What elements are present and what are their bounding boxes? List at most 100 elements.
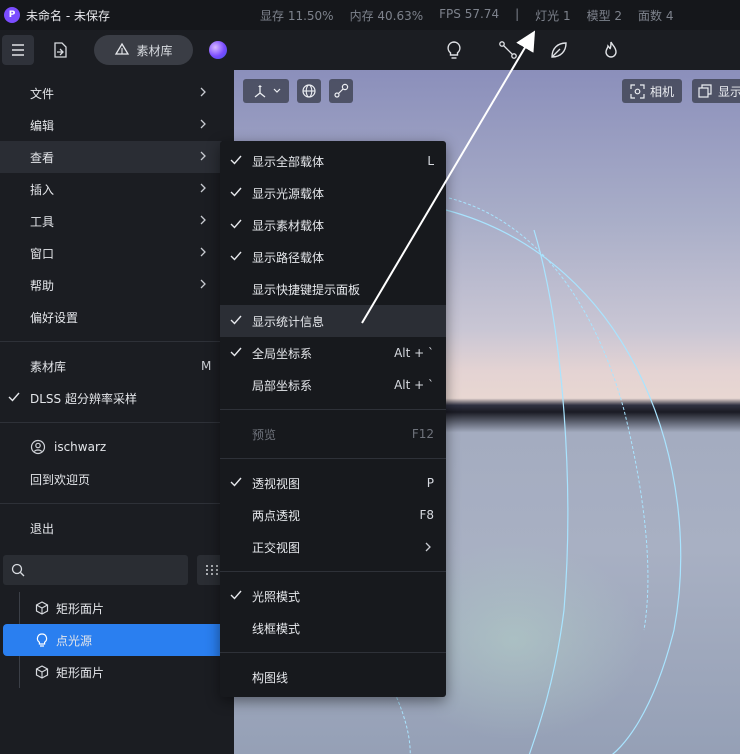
menu-item-dlss[interactable]: DLSS 超分辨率采样	[0, 382, 222, 414]
submenu-item-global-coordinates[interactable]: 全局坐标系 Alt + `	[220, 337, 446, 369]
display-button[interactable]: 显示	[692, 79, 740, 103]
hamburger-menu-button[interactable]	[2, 35, 34, 65]
menu-item-label: 回到欢迎页	[30, 472, 91, 487]
submenu-item-label: 两点透视	[252, 508, 301, 523]
submenu-item-local-coordinates[interactable]: 局部坐标系 Alt + `	[220, 369, 446, 401]
submenu-item-show-all-carriers[interactable]: 显示全部载体 L	[220, 145, 446, 177]
vram-stat: 显存 11.50%	[260, 9, 334, 23]
menu-item-help[interactable]: 帮助	[0, 269, 222, 301]
submenu-divider	[220, 458, 446, 459]
check-icon	[230, 219, 242, 229]
menu-divider	[0, 341, 222, 342]
world-space-button[interactable]	[297, 79, 321, 103]
menu-item-label: DLSS 超分辨率采样	[30, 391, 137, 406]
lightbulb-icon	[36, 633, 48, 647]
menu-item-label: 窗口	[30, 246, 55, 261]
submenu-item-show-shortcut-panel[interactable]: 显示快捷键提示面板	[220, 273, 446, 305]
submenu-item-orthographic-view[interactable]: 正交视图	[220, 531, 446, 563]
menu-item-label: 编辑	[30, 118, 55, 133]
menu-divider	[0, 422, 222, 423]
check-icon	[230, 347, 242, 357]
scene-search-input[interactable]	[3, 555, 188, 585]
check-icon	[230, 590, 242, 600]
menu-item-library[interactable]: 素材库 M	[0, 350, 222, 382]
menu-item-file[interactable]: 文件	[0, 77, 222, 109]
app-logo: P	[4, 7, 20, 23]
menu-item-view[interactable]: 查看	[0, 141, 222, 173]
menu-item-preferences[interactable]: 偏好设置	[0, 301, 222, 333]
scene-tree-item[interactable]: 矩形面片	[3, 656, 220, 688]
scene-tree-item[interactable]: 矩形面片	[3, 592, 220, 624]
chevron-right-icon	[200, 247, 206, 257]
display-layers-icon	[698, 83, 712, 98]
submenu-item-show-light-carriers[interactable]: 显示光源载体	[220, 177, 446, 209]
leaf-icon	[551, 42, 567, 58]
submenu-item-label: 显示光源载体	[252, 186, 325, 201]
shortcut-label: M	[201, 359, 212, 373]
light-count-stat: 灯光 1	[535, 9, 571, 23]
display-label: 显示	[718, 84, 740, 99]
hamburger-icon	[12, 44, 24, 56]
check-icon	[230, 187, 242, 197]
cube-icon	[35, 601, 49, 615]
menu-item-label: 偏好设置	[30, 310, 79, 325]
path-tool-button[interactable]	[495, 37, 521, 63]
grid-dots-icon	[206, 565, 218, 575]
menu-item-label: 查看	[30, 150, 55, 165]
render-orb-button[interactable]	[209, 41, 227, 59]
submenu-item-label: 显示路径载体	[252, 250, 325, 265]
menu-item-edit[interactable]: 编辑	[0, 109, 222, 141]
menu-item-insert[interactable]: 插入	[0, 173, 222, 205]
menu-item-tools[interactable]: 工具	[0, 205, 222, 237]
submenu-item-show-statistics[interactable]: 显示统计信息	[220, 305, 446, 337]
plant-tool-button[interactable]	[546, 37, 572, 63]
submenu-item-wireframe-mode[interactable]: 线框模式	[220, 612, 446, 644]
menu-item-label: 插入	[30, 182, 55, 197]
menu-item-label: 素材库	[30, 359, 67, 374]
main-menu: 文件 编辑 查看 插入 工具 窗口 帮助 偏好设置 素材库 M DLSS 超分辨…	[0, 70, 234, 545]
tree-item-label: 点光源	[56, 633, 93, 648]
submenu-item-show-asset-carriers[interactable]: 显示素材载体	[220, 209, 446, 241]
menu-item-label: ischwarz	[54, 440, 107, 454]
submenu-item-label: 线框模式	[252, 621, 301, 636]
menu-item-quit[interactable]: 退出	[0, 512, 222, 544]
shortcut-label: Alt + `	[394, 346, 434, 360]
submenu-divider	[220, 652, 446, 653]
face-count-stat: 面数 4	[638, 9, 674, 23]
submenu-item-perspective-view[interactable]: 透视视图 P	[220, 467, 446, 499]
submenu-item-composition-lines[interactable]: 构图线	[220, 661, 446, 693]
scene-tree-item-selected[interactable]: 点光源	[3, 624, 220, 656]
submenu-item-label: 全局坐标系	[252, 346, 313, 361]
effects-tool-button[interactable]	[598, 37, 624, 63]
transform-mode-dropdown[interactable]	[243, 79, 289, 103]
shortcut-label: Alt + `	[394, 378, 434, 392]
submenu-divider	[220, 571, 446, 572]
material-library-button[interactable]: 素材库	[94, 35, 193, 65]
search-icon	[11, 563, 25, 577]
cube-icon	[35, 665, 49, 679]
chevron-right-icon	[200, 215, 206, 225]
menu-item-window[interactable]: 窗口	[0, 237, 222, 269]
menu-item-label: 帮助	[30, 278, 55, 293]
menu-item-label: 工具	[30, 214, 55, 229]
ram-stat: 内存 40.63%	[349, 9, 424, 23]
path-node-icon	[499, 41, 517, 59]
submenu-item-two-point-perspective[interactable]: 两点透视 F8	[220, 499, 446, 531]
camera-label: 相机	[649, 84, 674, 99]
check-icon	[230, 477, 242, 487]
camera-button[interactable]: 相机	[622, 79, 682, 103]
tree-item-label: 矩形面片	[56, 601, 105, 616]
performance-stats: 显存 11.50% 内存 40.63% FPS 57.74 | 灯光 1 模型 …	[260, 7, 674, 24]
chevron-right-icon	[200, 183, 206, 193]
menu-item-user[interactable]: ischwarz	[0, 431, 222, 463]
snap-button[interactable]	[329, 79, 353, 103]
submenu-item-lighting-mode[interactable]: 光照模式	[220, 580, 446, 612]
user-avatar-icon	[30, 439, 46, 455]
submenu-item-show-path-carriers[interactable]: 显示路径载体	[220, 241, 446, 273]
light-tool-button[interactable]	[441, 37, 467, 63]
submenu-item-label: 构图线	[252, 670, 289, 685]
submenu-item-label: 正交视图	[252, 540, 301, 555]
import-file-button[interactable]	[46, 35, 74, 65]
menu-item-welcome[interactable]: 回到欢迎页	[0, 463, 222, 495]
shortcut-label: F12	[411, 427, 434, 441]
